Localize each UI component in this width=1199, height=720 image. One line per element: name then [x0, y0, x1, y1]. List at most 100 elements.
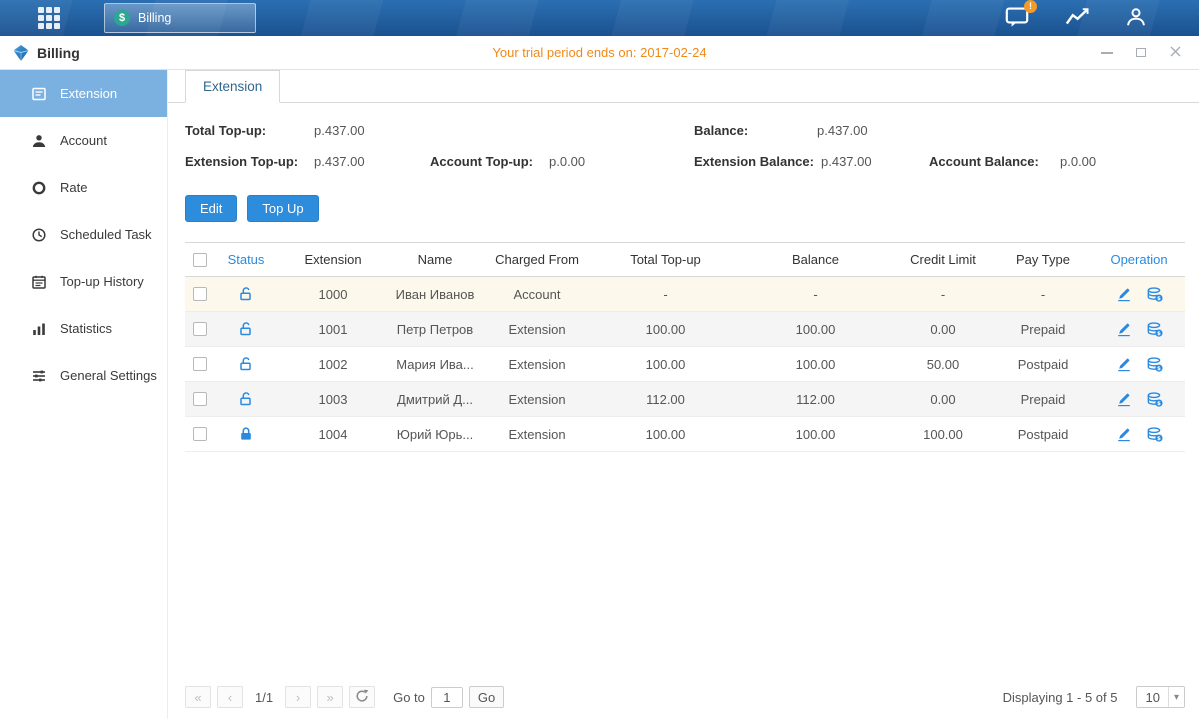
edit-button[interactable]: Edit [185, 195, 237, 222]
trial-notice: Your trial period ends on: 2017-02-24 [492, 45, 706, 60]
edit-icon[interactable] [1116, 426, 1132, 443]
sidebar-nav: ExtensionAccountRate Scheduled Task Top-up… [0, 70, 168, 719]
column-header-total-top-up: Total Top-up [593, 252, 738, 267]
charged-from-cell: Extension [481, 322, 593, 337]
balance-cell: - [738, 287, 893, 302]
scheduled-task-icon [30, 227, 47, 243]
prev-page-button[interactable]: ‹ [217, 686, 243, 708]
reports-button[interactable] [1065, 7, 1089, 30]
topbar-right: ! [1005, 6, 1147, 31]
row-checkbox[interactable] [193, 392, 207, 406]
topup-icon[interactable]: $ [1146, 356, 1163, 373]
close-icon [1170, 45, 1181, 60]
billing-dollar-icon: $ [114, 10, 130, 26]
tab-extension[interactable]: Extension [185, 70, 280, 103]
sidebar-item-label: Scheduled Task [60, 227, 152, 242]
table-row[interactable]: 1000Иван ИвановAccount----$ [185, 277, 1185, 312]
unlocked-icon [238, 286, 254, 302]
column-header-operation: Operation [1093, 252, 1185, 267]
close-button[interactable] [1163, 42, 1187, 64]
table-row[interactable]: 1004Юрий Юрь...Extension100.00100.00100.… [185, 417, 1185, 452]
topup-icon[interactable]: $ [1146, 286, 1163, 303]
messages-button[interactable]: ! [1005, 6, 1029, 31]
column-header-extension: Extension [277, 252, 389, 267]
column-header-name: Name [389, 252, 481, 267]
goto-label: Go to [393, 690, 425, 705]
column-header-pay-type: Pay Type [993, 252, 1093, 267]
charged-from-cell: Extension [481, 357, 593, 372]
topup-icon[interactable]: $ [1146, 321, 1163, 338]
extension-topup-value: p.437.00 [314, 154, 365, 169]
next-page-button[interactable]: › [285, 686, 311, 708]
window-titlebar: Billing Your trial period ends on: 2017-… [0, 36, 1199, 70]
top-up-button[interactable]: Top Up [247, 195, 318, 222]
last-page-button[interactable]: » [317, 686, 343, 708]
refresh-icon [355, 689, 369, 706]
refresh-button[interactable] [349, 686, 375, 708]
table-row[interactable]: 1001Петр ПетровExtension100.00100.000.00… [185, 312, 1185, 347]
status-cell [215, 286, 277, 302]
extension-cell: 1000 [277, 287, 389, 302]
row-checkbox[interactable] [193, 287, 207, 301]
rate-icon [30, 180, 47, 196]
page-size-select[interactable]: 10 ▾ [1136, 686, 1186, 708]
svg-text:$: $ [1157, 366, 1161, 372]
sidebar-item-scheduled-task[interactable]: Scheduled Task [0, 211, 167, 258]
extension-cell: 1002 [277, 357, 389, 372]
status-cell [215, 391, 277, 407]
account-topup-label: Account Top-up: [430, 154, 533, 169]
balance-cell: 100.00 [738, 427, 893, 442]
select-all-checkbox[interactable] [193, 253, 207, 267]
edit-icon[interactable] [1116, 356, 1132, 373]
topup-icon[interactable]: $ [1146, 391, 1163, 408]
taskbar-billing-label: Billing [138, 11, 171, 25]
topbar: $ Billing ! [0, 0, 1199, 36]
topup-history-icon [30, 274, 47, 290]
billing-logo-icon [12, 44, 30, 62]
svg-text:$: $ [1157, 436, 1161, 442]
go-button[interactable]: Go [469, 686, 504, 708]
unlocked-icon [238, 356, 254, 372]
minimize-button[interactable] [1095, 42, 1119, 64]
account-topup-value: p.0.00 [549, 154, 585, 169]
row-checkbox[interactable] [193, 322, 207, 336]
extension-table: StatusExtensionNameCharged FromTotal Top… [185, 242, 1185, 452]
edit-icon[interactable] [1116, 286, 1132, 303]
displaying-text: Displaying 1 - 5 of 5 [1003, 690, 1118, 705]
topup-icon[interactable]: $ [1146, 426, 1163, 443]
page-indicator: 1/1 [255, 690, 273, 705]
sidebar-item-rate[interactable]: Rate [0, 164, 167, 211]
sidebar-item-account[interactable]: Account [0, 117, 167, 164]
content: Extension Total Top-up: p.437.00 Balance… [168, 70, 1199, 719]
balance-value: p.437.00 [817, 123, 868, 138]
first-page-button[interactable]: « [185, 686, 211, 708]
row-checkbox[interactable] [193, 427, 207, 441]
credit-limit-cell: 0.00 [893, 322, 993, 337]
pay-type-cell: Postpaid [993, 427, 1093, 442]
status-cell [215, 356, 277, 372]
apps-grid-icon[interactable] [38, 7, 60, 29]
edit-icon[interactable] [1116, 321, 1132, 338]
page-size-value: 10 [1146, 690, 1160, 705]
total-topup-cell: 100.00 [593, 357, 738, 372]
goto-page-input[interactable] [431, 687, 463, 708]
sidebar-item-label: Statistics [60, 321, 112, 336]
operation-cell: $ [1093, 426, 1185, 443]
maximize-button[interactable] [1129, 42, 1153, 64]
sidebar-item-general-settings[interactable]: General Settings [0, 352, 167, 399]
column-header-credit-limit: Credit Limit [893, 252, 993, 267]
sidebar-item-extension[interactable]: Extension [0, 70, 167, 117]
taskbar-billing-button[interactable]: $ Billing [104, 3, 256, 33]
charged-from-cell: Extension [481, 427, 593, 442]
row-checkbox[interactable] [193, 357, 207, 371]
table-row[interactable]: 1003Дмитрий Д...Extension112.00112.000.0… [185, 382, 1185, 417]
table-row[interactable]: 1002Мария Ива...Extension100.00100.0050.… [185, 347, 1185, 382]
total-topup-label: Total Top-up: [185, 123, 266, 138]
user-menu-button[interactable] [1125, 7, 1147, 30]
summary-panel: Total Top-up: p.437.00 Balance: p.437.00… [168, 103, 1199, 181]
sidebar-item-label: Top-up History [60, 274, 144, 289]
sidebar-item-statistics[interactable]: Statistics [0, 305, 167, 352]
edit-icon[interactable] [1116, 391, 1132, 408]
pay-type-cell: Postpaid [993, 357, 1093, 372]
sidebar-item-top-up-history[interactable]: Top-up History [0, 258, 167, 305]
